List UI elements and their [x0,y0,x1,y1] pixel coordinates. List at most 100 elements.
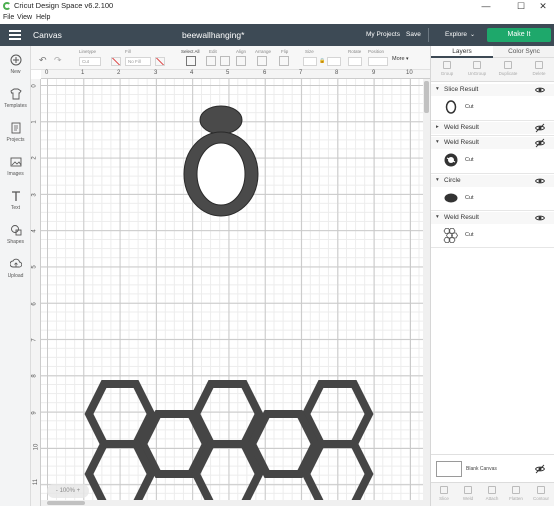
window-title: Cricut Design Space v6.2.100 [14,1,114,10]
header-divider [428,28,429,42]
layer-group[interactable]: ▾ Weld Result Cut [431,137,554,174]
layer-header[interactable]: ▾ Circle [431,175,554,187]
projects-icon [9,122,23,136]
sidebar-item-text[interactable]: Text [0,190,31,218]
linetype-color-swatch[interactable] [111,57,121,66]
height-input[interactable] [327,57,341,66]
layer-name: Weld Result [444,124,479,131]
fill-select[interactable]: No Fill [125,57,151,66]
arrange-icon[interactable] [257,56,267,66]
minimize-button[interactable]: — [475,0,497,12]
sidebar-item-upload[interactable]: Upload [0,258,31,286]
tab-color-sync[interactable]: Color Sync [493,46,554,58]
caret-right-icon[interactable]: ▸ [436,124,439,130]
flip-icon[interactable] [279,56,289,66]
size-label: Size [305,49,314,54]
honeycomb-icon [443,228,458,243]
undo-icon[interactable]: ↶ [39,55,47,66]
layer-group[interactable]: ▾ Circle Cut [431,175,554,211]
layer-group[interactable]: ▾ Slice Result Cut [431,84,554,121]
hamburger-menu-icon[interactable] [9,30,21,40]
delete-button[interactable]: Delete [525,60,553,80]
layer-header[interactable]: ▾ Weld Result [431,212,554,224]
sidebar-item-new[interactable]: New [0,54,31,82]
honeycomb-shape[interactable] [84,380,374,506]
action-label: Weld [462,496,474,501]
ring-hole [196,142,246,206]
sidebar-item-images[interactable]: Images [0,156,31,184]
select-all-icon[interactable] [186,56,196,66]
eye-icon[interactable] [535,176,545,186]
menu-file[interactable]: File [3,14,14,21]
width-input[interactable] [303,57,317,66]
design-canvas[interactable]: - 100% + [41,79,430,506]
ring-hanger-shape[interactable] [183,105,259,217]
layer-header[interactable]: ▾ Weld Result [431,137,554,149]
tab-layers[interactable]: Layers [431,46,493,58]
flatten-button[interactable]: Flatten [504,485,528,505]
upload-icon [9,258,23,272]
maximize-button[interactable]: ☐ [510,0,532,12]
eye-off-icon[interactable] [535,464,545,474]
ruler-tick-label: 10 [406,70,413,76]
group-button[interactable]: Group [433,60,461,80]
eye-off-icon[interactable] [535,123,545,133]
blank-canvas-layer[interactable]: Blank Canvas [431,454,554,482]
slice-button[interactable]: Slice [432,485,456,505]
make-it-button[interactable]: Make It [487,28,551,42]
scrollbar-thumb[interactable] [47,501,85,505]
more-dropdown[interactable]: More [392,56,405,62]
caret-down-icon[interactable]: ▾ [436,177,439,183]
edit-icon[interactable] [206,56,216,66]
redo-icon[interactable]: ↷ [54,55,62,66]
layer-header[interactable]: ▸ Weld Result [431,122,554,134]
ruler-top: 0 1 2 3 4 5 6 7 8 9 10 [41,70,430,79]
vertical-scrollbar[interactable] [423,79,430,500]
my-projects-link[interactable]: My Projects [366,31,400,38]
menu-view[interactable]: View [17,14,32,21]
ungroup-button[interactable]: UnGroup [463,60,491,80]
menu-help[interactable]: Help [36,14,50,21]
eye-icon[interactable] [535,85,545,95]
layer-name: Circle [444,177,461,184]
linetype-select[interactable]: Cut [79,57,101,66]
sidebar-label: Upload [7,273,24,279]
close-button[interactable]: ✕ [532,0,554,12]
blank-canvas-swatch[interactable] [436,461,462,477]
scrollbar-thumb[interactable] [424,81,429,113]
layer-group[interactable]: ▸ Weld Result [431,122,554,136]
position-input[interactable] [368,57,388,66]
linetype-label: Linetype [79,49,97,54]
caret-down-icon[interactable]: ▾ [436,214,439,220]
sidebar-item-templates[interactable]: Templates [0,88,31,116]
caret-down-icon[interactable]: ▾ [436,139,439,145]
eye-off-icon[interactable] [535,138,545,148]
ruler-tick-label: 4 [31,229,38,233]
contour-button[interactable]: Contour [529,485,553,505]
rotate-input[interactable] [348,57,362,66]
layer-header[interactable]: ▾ Slice Result [431,84,554,96]
weld-button[interactable]: Weld [456,485,480,505]
menu-bar: File View Help [0,13,554,24]
duplicate-button[interactable]: Duplicate [494,60,522,80]
fill-color-swatch[interactable] [155,57,165,66]
align-icon[interactable] [236,56,246,66]
layer-group[interactable]: ▾ Weld Result Cut [431,212,554,248]
save-button[interactable]: Save [406,31,421,38]
section-title: Canvas [33,30,62,40]
sidebar-item-projects[interactable]: Projects [0,122,31,150]
zoom-control[interactable]: - 100% + [47,484,89,498]
edit-paste-icon[interactable] [220,56,230,66]
lock-icon[interactable]: 🔒 [319,58,325,64]
app-window: Cricut Design Space v6.2.100 — ☐ ✕ File … [0,0,554,506]
ungroup-icon [473,61,481,69]
attach-button[interactable]: Attach [480,485,504,505]
sidebar-item-shapes[interactable]: Shapes [0,224,31,252]
plus-icon [9,54,23,68]
eye-icon[interactable] [535,213,545,223]
horizontal-scrollbar[interactable] [41,500,430,506]
explore-dropdown[interactable]: Explore [445,31,467,38]
caret-down-icon[interactable]: ▾ [436,86,439,92]
text-icon [9,190,23,204]
sidebar-label: New [10,69,21,75]
